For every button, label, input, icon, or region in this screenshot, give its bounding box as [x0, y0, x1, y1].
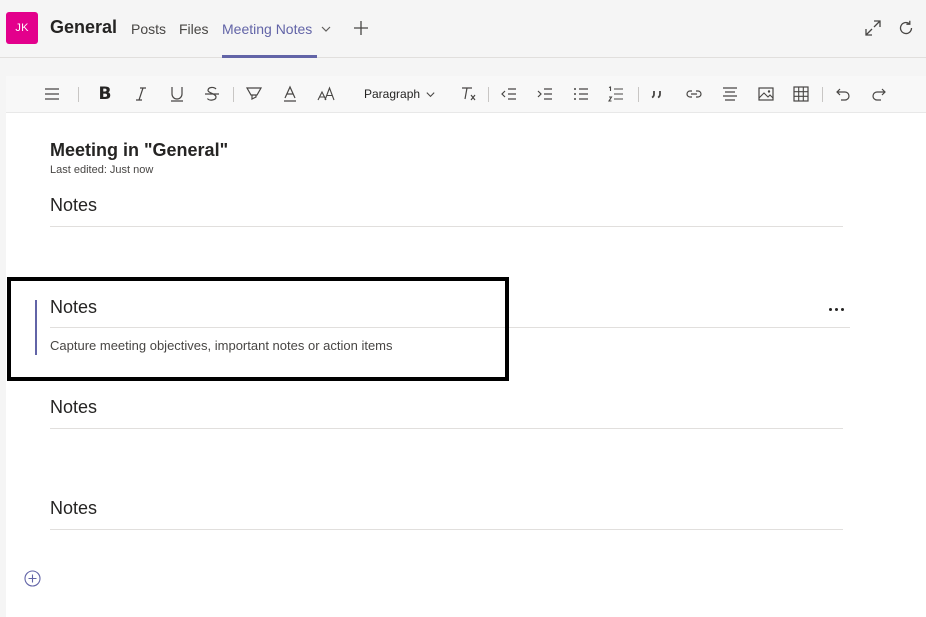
add-icon[interactable]	[352, 19, 370, 37]
section-heading[interactable]: Notes	[50, 498, 97, 519]
font-color-icon[interactable]	[280, 84, 300, 104]
hamburger-icon[interactable]	[42, 84, 62, 104]
underline-icon[interactable]	[167, 84, 187, 104]
team-avatar[interactable]: JK	[6, 12, 38, 44]
toolbar-separator	[78, 87, 79, 102]
image-icon[interactable]	[756, 84, 776, 104]
paragraph-style-label: Paragraph	[364, 87, 421, 101]
undo-icon[interactable]	[833, 84, 853, 104]
bold-icon[interactable]: B	[95, 84, 115, 104]
last-edited-text: Last edited: Just now	[50, 164, 154, 176]
italic-icon[interactable]	[131, 84, 151, 104]
indent-icon[interactable]	[535, 84, 555, 104]
expand-icon[interactable]	[864, 19, 882, 37]
toolbar-separator	[488, 87, 489, 102]
tab-files[interactable]: Files	[179, 21, 209, 37]
tab-posts[interactable]: Posts	[131, 21, 166, 37]
chevron-down-icon	[426, 91, 435, 97]
page-title[interactable]: Meeting in "General"	[50, 140, 228, 161]
table-icon[interactable]	[791, 84, 811, 104]
section-divider	[50, 428, 843, 429]
quote-icon[interactable]	[648, 84, 668, 104]
highlight-box	[7, 277, 509, 381]
font-size-icon[interactable]	[316, 84, 336, 104]
more-options-icon[interactable]	[826, 301, 846, 317]
team-name: General	[50, 17, 118, 37]
clear-format-icon[interactable]	[458, 84, 478, 104]
chevron-down-icon[interactable]	[320, 23, 332, 35]
bullet-list-icon[interactable]	[571, 84, 591, 104]
link-icon[interactable]	[684, 84, 704, 104]
highlight-icon[interactable]	[244, 84, 264, 104]
app-header: JK General Posts Files Meeting Notes	[0, 0, 926, 58]
refresh-icon[interactable]	[897, 19, 915, 37]
strikethrough-icon[interactable]	[202, 84, 222, 104]
toolbar-separator	[233, 87, 234, 102]
paragraph-style-dropdown[interactable]: Paragraph	[364, 87, 436, 101]
formatting-toolbar: B Paragraph	[6, 76, 926, 113]
numbered-list-icon[interactable]	[606, 84, 626, 104]
tab-meeting-notes[interactable]: Meeting Notes	[222, 21, 312, 37]
outdent-icon[interactable]	[499, 84, 519, 104]
redo-icon[interactable]	[869, 84, 889, 104]
toolbar-separator	[822, 87, 823, 102]
section-divider	[50, 226, 843, 227]
section-heading[interactable]: Notes	[50, 195, 97, 216]
active-tab-indicator	[222, 55, 317, 58]
section-divider	[50, 529, 843, 530]
add-section-icon[interactable]	[24, 570, 41, 587]
toolbar-separator	[638, 87, 639, 102]
section-heading[interactable]: Notes	[50, 397, 97, 418]
align-icon[interactable]	[720, 84, 740, 104]
